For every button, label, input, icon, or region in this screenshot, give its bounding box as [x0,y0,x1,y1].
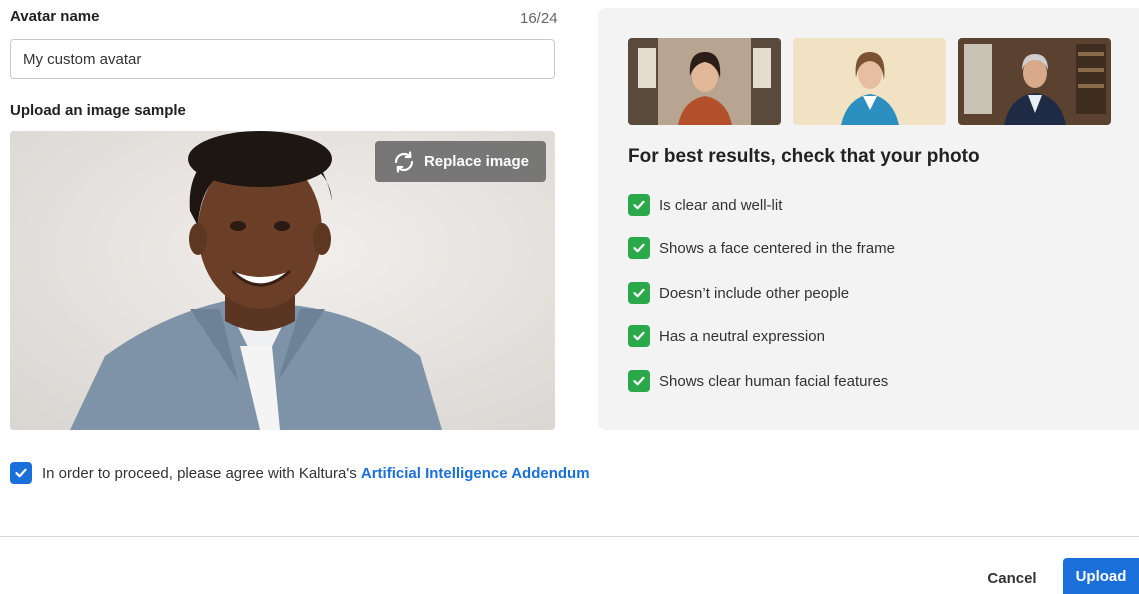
tip-label: Has a neutral expression [659,327,825,345]
tip-label: Shows a face centered in the frame [659,239,895,257]
create-avatar-dialog: Avatar name 16/24 Upload an image sample [0,0,1139,594]
tip-item: Shows clear human facial features [628,370,888,392]
tip-label: Doesn’t include other people [659,284,850,302]
tip-item: Is clear and well-lit [628,194,782,216]
tip-label: Shows clear human facial features [659,372,889,390]
agreement-checkbox[interactable] [10,462,32,484]
check-icon [628,237,650,259]
agreement-text: In order to proceed, please agree with K… [42,464,357,482]
agreement-row: In order to proceed, please agree with K… [10,462,590,484]
example-photo-1 [628,38,781,125]
avatar-name-label: Avatar name [10,8,100,25]
tips-title: For best results, check that your photo [628,146,980,167]
tip-label: Is clear and well-lit [659,196,783,214]
character-counter: 16/24 [520,10,558,27]
check-icon [15,468,27,478]
upload-button[interactable]: Upload [1063,558,1139,594]
upload-image-label: Upload an image sample [10,102,186,119]
refresh-icon [394,150,414,173]
replace-image-button[interactable]: Replace image [375,141,546,182]
check-icon [628,370,650,392]
footer-divider [0,536,1139,537]
ai-addendum-link[interactable]: Artificial Intelligence Addendum [361,465,590,482]
replace-image-label: Replace image [423,153,530,170]
example-photo-3 [958,38,1111,125]
check-icon [628,282,650,304]
check-icon [628,325,650,347]
tip-item: Has a neutral expression [628,325,825,347]
example-photo-2 [793,38,946,125]
tip-item: Doesn’t include other people [628,282,849,304]
tip-item: Shows a face centered in the frame [628,237,895,259]
cancel-button[interactable]: Cancel [972,560,1052,594]
avatar-name-input[interactable] [10,39,555,79]
check-icon [628,194,650,216]
